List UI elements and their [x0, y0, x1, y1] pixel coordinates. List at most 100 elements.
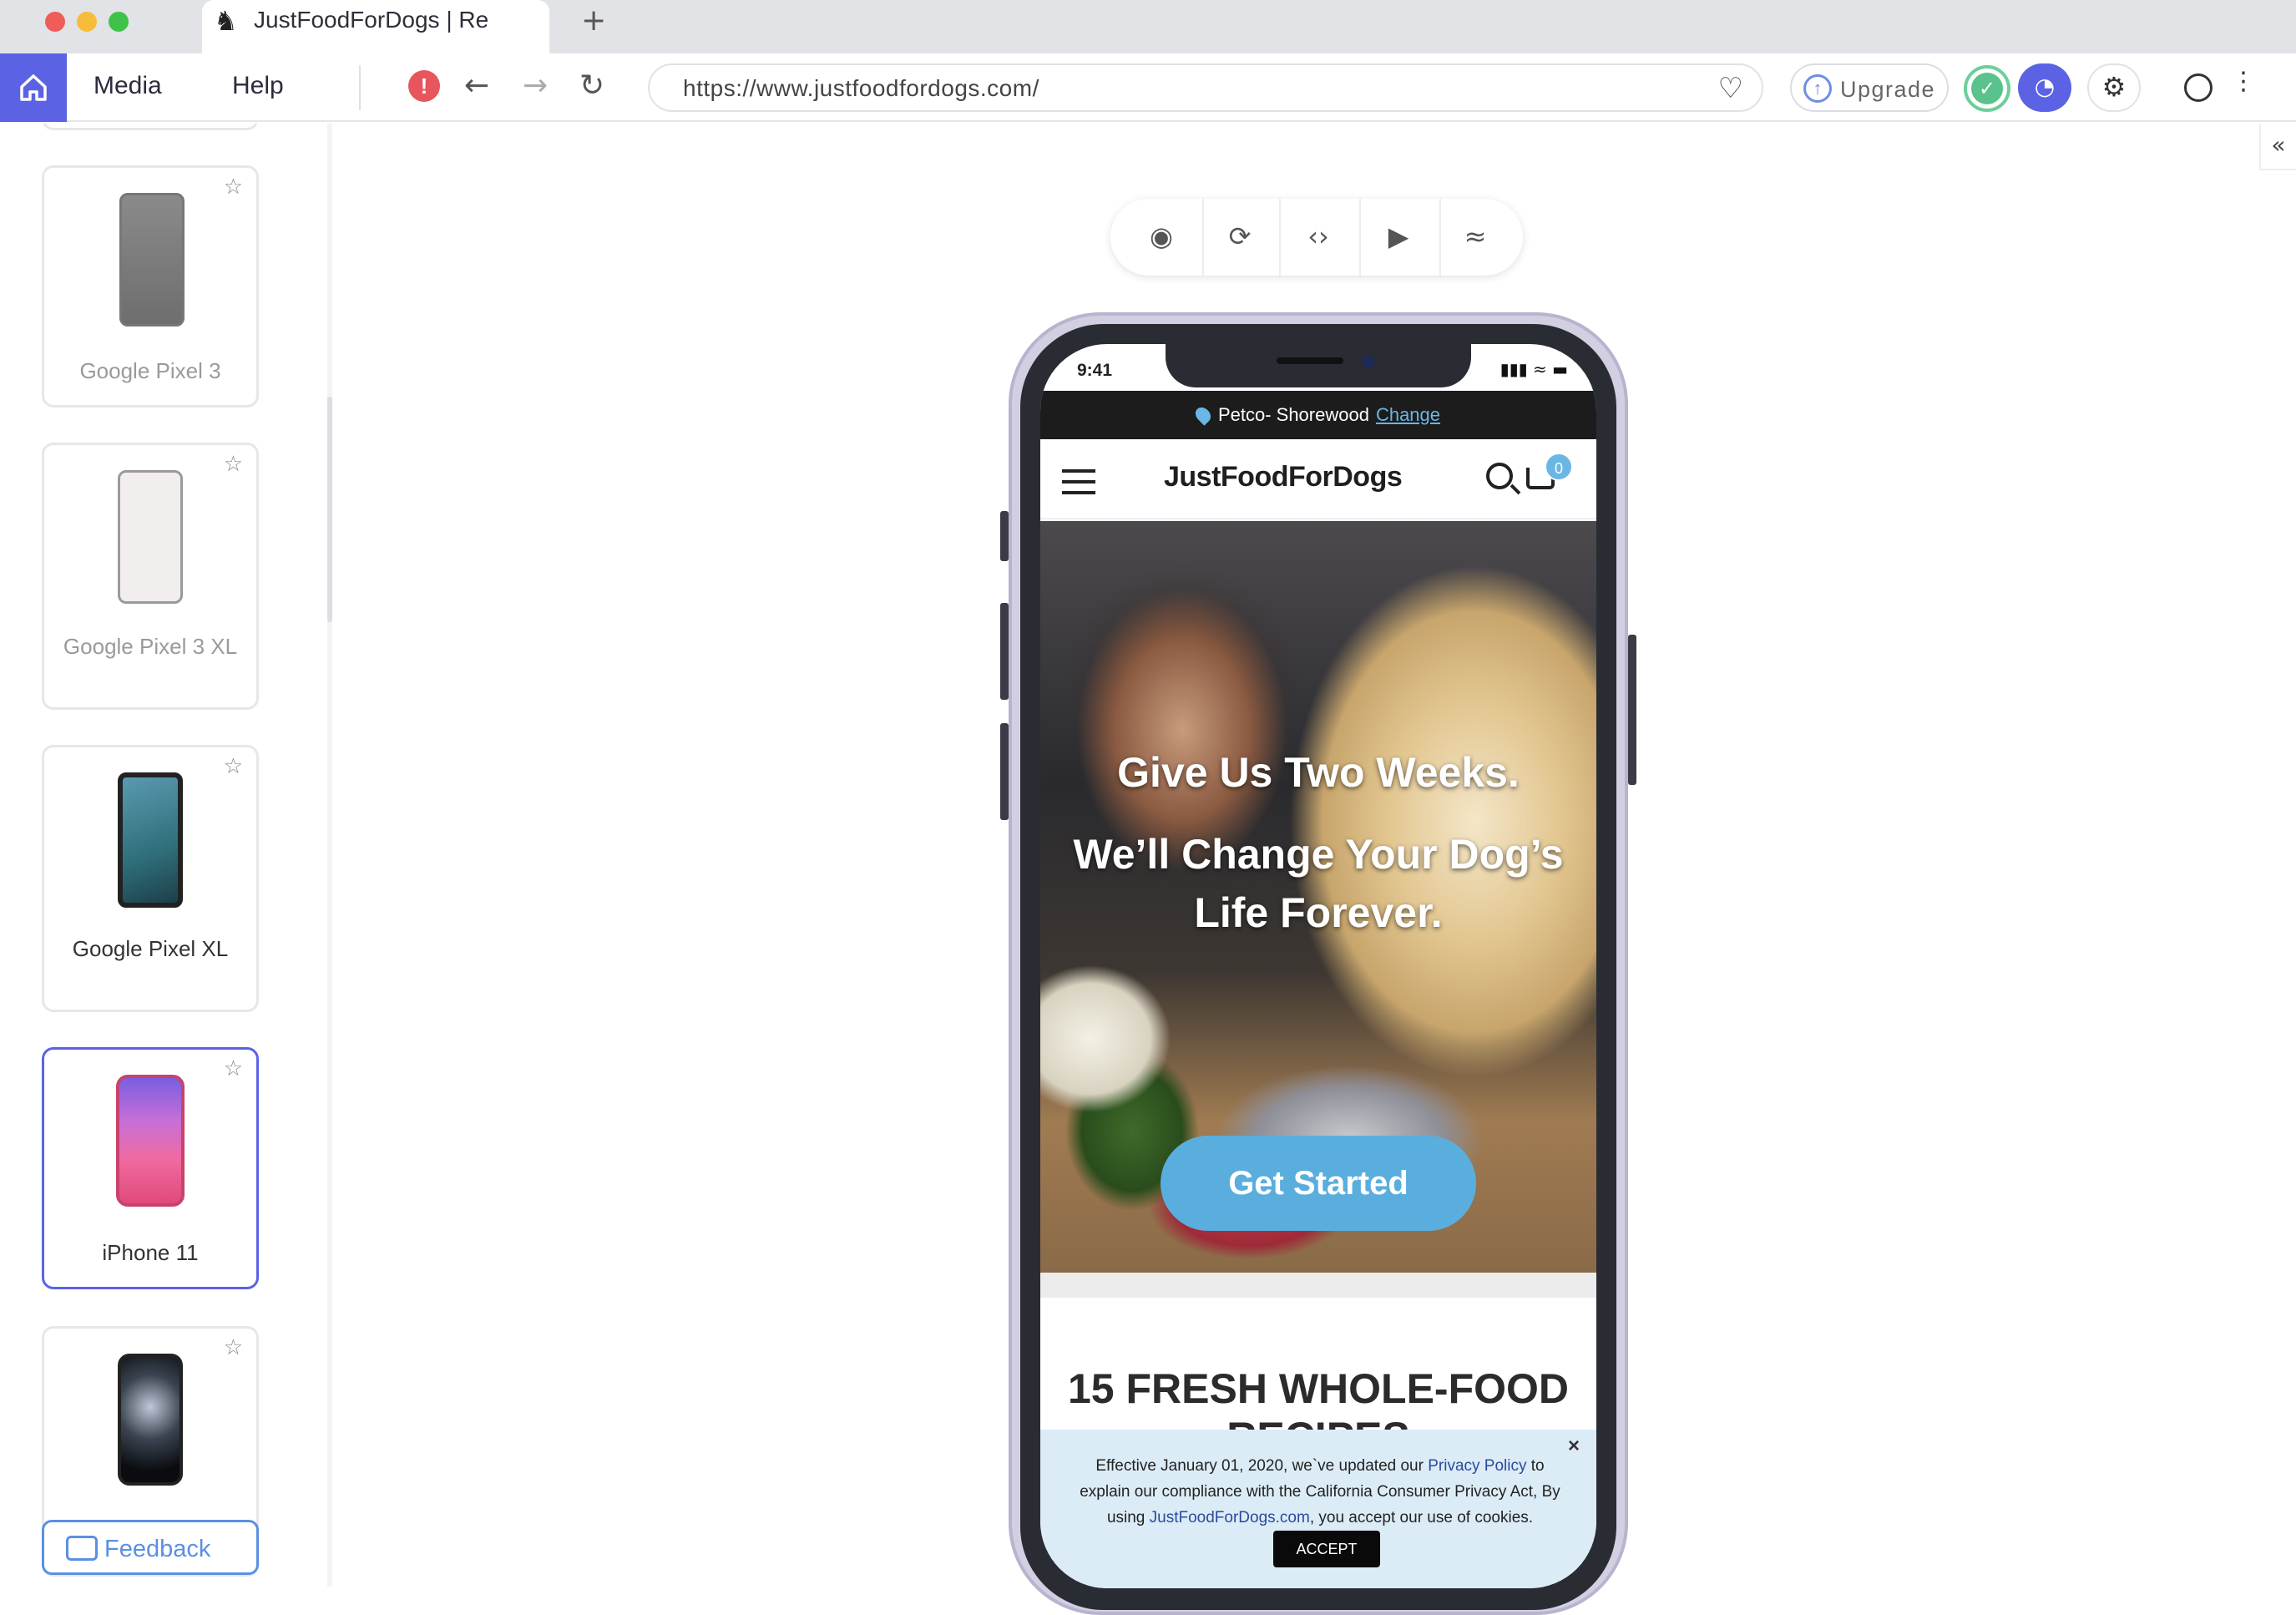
store-text: Petco- Shorewood Change [1040, 404, 1596, 426]
device-toolbar: ◉ ⟳ ‹› ▶ ≈ [1110, 199, 1523, 276]
maximize-window-button[interactable] [109, 12, 129, 32]
app-toolbar: Media Help ! ← → ↻ https://www.justfoodf… [0, 53, 2296, 122]
pixel-3-thumbnail [119, 193, 185, 327]
close-window-button[interactable] [45, 12, 65, 32]
url-text[interactable]: https://www.justfoodfordogs.com/ [683, 75, 1039, 102]
status-check-button[interactable]: ✓ [1964, 65, 2010, 112]
recipes-heading-continued: RECIPES [1040, 1413, 1596, 1430]
favorite-heart-icon[interactable]: ♡ [1718, 72, 1743, 105]
search-icon[interactable] [1486, 463, 1513, 489]
browser-titlebar: ♞ JustFoodForDogs | Re + [0, 0, 2296, 55]
site-header: JustFoodForDogs 0 [1040, 439, 1596, 519]
cookie-banner: × Effective January 01, 2020, we`ve upda… [1040, 1430, 1596, 1588]
settings-gear-icon[interactable]: ⚙ [2087, 63, 2141, 112]
wifi-icon[interactable]: ≈ [1456, 217, 1494, 256]
upgrade-arrow-icon: ↑ [1803, 74, 1832, 103]
cookie-text: Effective January 01, 2020, we`ve update… [1074, 1453, 1566, 1567]
toolbar-divider [1279, 199, 1281, 276]
camera-icon[interactable]: ◉ [1142, 217, 1181, 256]
get-started-button[interactable]: Get Started [1161, 1136, 1476, 1231]
iphone-11-thumbnail [116, 1075, 185, 1207]
code-icon[interactable]: ‹› [1299, 217, 1338, 256]
speaker-grille [1277, 357, 1343, 364]
alert-icon[interactable]: ! [408, 70, 440, 102]
front-camera [1363, 356, 1374, 367]
privacy-policy-link[interactable]: Privacy Policy [1428, 1457, 1526, 1475]
star-icon[interactable]: ☆ [224, 1056, 243, 1081]
collapse-panel-icon[interactable]: « [2259, 124, 2296, 170]
sidebar-scrollbar[interactable] [327, 124, 332, 1587]
cookie-close-icon[interactable]: × [1568, 1435, 1580, 1458]
site-link[interactable]: JustFoodForDogs.com [1150, 1509, 1310, 1526]
video-icon[interactable]: ▶ [1379, 217, 1418, 256]
rotate-icon[interactable]: ⟳ [1221, 217, 1259, 256]
star-icon[interactable]: ☆ [224, 754, 243, 779]
site-favicon-icon: ♞ [214, 6, 238, 36]
toolbar-divider [1359, 199, 1361, 276]
check-icon: ✓ [1971, 73, 2003, 104]
tab-title: JustFoodForDogs | Re [254, 7, 489, 33]
store-name: Petco- Shorewood [1217, 404, 1369, 425]
cart-count-badge: 0 [1545, 453, 1573, 481]
forward-arrow-icon[interactable]: → [523, 68, 548, 103]
hero-headline-2: We’ll Change Your Dog’s Life Forever. [1040, 825, 1596, 942]
browser-tab[interactable]: ♞ JustFoodForDogs | Re [202, 0, 549, 55]
brand-logo[interactable]: JustFoodForDogs [1164, 461, 1403, 494]
device-name: iPhone 11 [102, 1240, 199, 1265]
accept-cookies-button[interactable]: ACCEPT [1273, 1531, 1380, 1567]
feedback-label: Feedback [104, 1536, 211, 1562]
location-pin-icon [1192, 404, 1214, 426]
star-icon[interactable]: ☆ [224, 175, 243, 200]
store-change-link[interactable]: Change [1376, 404, 1440, 425]
device-card-google-pixel-xl[interactable]: ☆ Google Pixel XL [42, 745, 259, 1012]
toolbar-divider [359, 65, 361, 110]
reload-icon[interactable]: ↻ [579, 68, 604, 103]
device-card-google-pixel-3-xl[interactable]: ☆ Google Pixel 3 XL [42, 443, 259, 710]
section-divider [1040, 1273, 1596, 1298]
menu-help[interactable]: Help [232, 72, 284, 100]
minimize-window-button[interactable] [77, 12, 97, 32]
star-icon[interactable]: ☆ [224, 1335, 243, 1360]
hero-headline-1: Give Us Two Weeks. [1117, 749, 1520, 796]
feedback-button[interactable]: Feedback [42, 1520, 259, 1575]
toolbar-divider [1202, 199, 1204, 276]
home-icon [20, 74, 47, 101]
new-tab-button[interactable]: + [581, 3, 606, 38]
device-name: Google Pixel XL [72, 936, 229, 961]
upgrade-label: Upgrade [1840, 77, 1936, 102]
recipes-heading: 15 FRESH WHOLE-FOOD [1067, 1365, 1570, 1412]
device-card-google-pixel-3[interactable]: ☆ Google Pixel 3 [42, 165, 259, 408]
toolbar-divider [1439, 199, 1441, 276]
phone-volume-up [1000, 603, 1009, 700]
menu-media[interactable]: Media [94, 72, 162, 100]
chat-bubble-icon [66, 1536, 98, 1561]
cookie-text-part1: Effective January 01, 2020, we`ve update… [1095, 1457, 1424, 1475]
store-bar: Petco- Shorewood Change [1040, 391, 1596, 439]
hero-headline-2a: We’ll Change Your Dog’s [1073, 831, 1564, 878]
home-button[interactable] [0, 53, 67, 122]
device-sidebar: ☆ Google Pixel 3 ☆ Google Pixel 3 XL ☆ G… [0, 124, 331, 1587]
hero-headline-2b: Life Forever. [1194, 889, 1443, 936]
sidebar-scroll-thumb[interactable] [327, 397, 332, 622]
iphone-11-pro-thumbnail [118, 1354, 183, 1486]
pixel-3-xl-thumbnail [118, 470, 183, 604]
phone-notch [1166, 344, 1471, 387]
more-options-icon[interactable]: ⋮ [2231, 67, 2256, 96]
phone-volume-down [1000, 723, 1009, 820]
device-name: Google Pixel 3 [79, 358, 221, 383]
cookie-text-part3: , you accept our use of cookies. [1309, 1509, 1534, 1526]
hamburger-menu-icon[interactable] [1062, 469, 1095, 494]
device-name: Google Pixel 3 XL [63, 634, 238, 659]
status-time: 9:41 [1077, 361, 1113, 380]
performance-gauge-button[interactable]: ◔ [2018, 63, 2071, 112]
user-avatar-icon[interactable] [2184, 73, 2213, 102]
back-arrow-icon[interactable]: ← [464, 68, 489, 103]
upgrade-button[interactable]: ↑ Upgrade [1790, 63, 1949, 112]
device-card-partial[interactable] [42, 124, 259, 130]
star-icon[interactable]: ☆ [224, 452, 243, 477]
pixel-xl-thumbnail [118, 772, 183, 908]
url-bar[interactable]: https://www.justfoodfordogs.com/ ♡ [648, 63, 1763, 112]
phone-mute-switch [1000, 511, 1009, 561]
signal-wifi-battery-icon: ▮▮▮ ≈ ▬ [1499, 359, 1568, 379]
device-card-iphone-11[interactable]: ☆ iPhone 11 [42, 1047, 259, 1289]
